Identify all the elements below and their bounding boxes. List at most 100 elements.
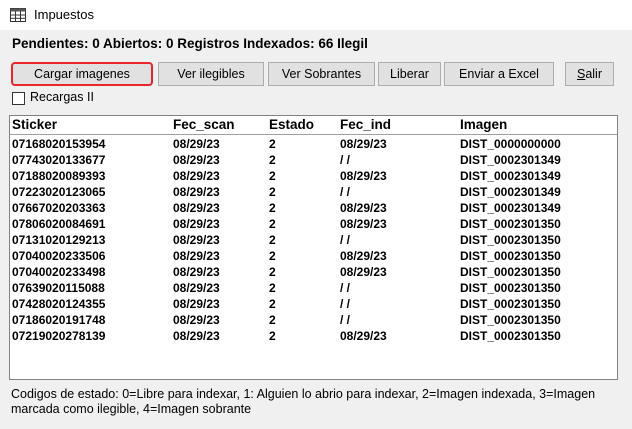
fec-ind-cell: / / [340, 297, 351, 311]
fec-scan-cell: 08/29/23 [173, 233, 220, 247]
sticker-cell: 07040020233498 [12, 265, 106, 279]
table-row[interactable]: 07743020133677 08/29/23 2 / / DIST_000230134… [10, 153, 617, 169]
table-row[interactable]: 07806020084691 08/29/23 2 08/29/23 DIST_0002… [10, 217, 617, 233]
sticker-cell: 07188020089393 [12, 169, 106, 183]
table-grid-icon [10, 8, 26, 22]
table-row[interactable]: 07219020278139 08/29/23 2 08/29/23 DIST_0002… [10, 329, 617, 345]
sticker-cell: 07639020115088 [12, 281, 105, 295]
fec-scan-cell: 08/29/23 [173, 169, 220, 183]
imagen-cell: DIST_0002301350 [460, 265, 561, 279]
estado-cell: 2 [269, 329, 276, 343]
table-row[interactable]: 07639020115088 08/29/23 2 / / DIST_000230135… [10, 281, 617, 297]
header-sticker[interactable]: Sticker [12, 117, 170, 132]
estado-cell: 2 [269, 217, 276, 231]
fec-ind-cell: / / [340, 233, 351, 247]
estado-cell: 2 [269, 249, 276, 263]
sticker-cell: 07806020084691 [12, 217, 106, 231]
imagen-cell: DIST_0002301350 [460, 281, 561, 295]
sticker-cell: 07428020124355 [12, 297, 106, 311]
fec-scan-cell: 08/29/23 [173, 201, 220, 215]
ver-ilegibles-button[interactable]: Ver ilegibles [158, 62, 264, 86]
estado-cell: 2 [269, 137, 276, 151]
fec-ind-cell: 08/29/23 [340, 329, 387, 343]
fec-ind-cell: / / [340, 185, 351, 199]
ver-sobrantes-button[interactable]: Ver Sobrantes [268, 62, 375, 86]
imagen-cell: DIST_0002301349 [460, 153, 561, 167]
fec-scan-cell: 08/29/23 [173, 185, 220, 199]
title-bar[interactable]: Impuestos [0, 0, 632, 30]
imagen-cell: DIST_0002301349 [460, 169, 561, 183]
fec-ind-cell: 08/29/23 [340, 169, 387, 183]
fec-scan-cell: 08/29/23 [173, 313, 220, 327]
window-title: Impuestos [34, 7, 94, 22]
table-row[interactable]: 07131020129213 08/29/23 2 / / DIST_000230135… [10, 233, 617, 249]
imagen-cell: DIST_0002301350 [460, 329, 561, 343]
table-row[interactable]: 07188020089393 08/29/23 2 08/29/23 DIST_0002… [10, 169, 617, 185]
imagen-cell: DIST_0002301350 [460, 297, 561, 311]
imagen-cell: DIST_0002301350 [460, 313, 561, 327]
table-row[interactable]: 07040020233506 08/29/23 2 08/29/23 DIST_0002… [10, 249, 617, 265]
fec-ind-cell: / / [340, 281, 351, 295]
sticker-cell: 07667020203363 [12, 201, 106, 215]
sticker-cell: 07219020278139 [12, 329, 106, 343]
estado-cell: 2 [269, 201, 276, 215]
imagen-cell: DIST_0002301350 [460, 249, 561, 263]
estado-cell: 2 [269, 153, 276, 167]
imagen-cell: DIST_0002301350 [460, 233, 561, 247]
estado-cell: 2 [269, 313, 276, 327]
table-row[interactable]: 07428020124355 08/29/23 2 / / DIST_000230135… [10, 297, 617, 313]
fec-ind-cell: / / [340, 313, 351, 327]
fec-scan-cell: 08/29/23 [173, 297, 220, 311]
records-grid[interactable]: Sticker Fec_scan Estado Fec_ind Imagen 0… [9, 115, 618, 380]
salir-label: alir [585, 67, 602, 81]
fec-scan-cell: 08/29/23 [173, 281, 220, 295]
table-row[interactable]: 07223020123065 08/29/23 2 / / DIST_000230134… [10, 185, 617, 201]
estado-cell: 2 [269, 233, 276, 247]
imagen-cell: DIST_0002301349 [460, 185, 561, 199]
fec-ind-cell: 08/29/23 [340, 217, 387, 231]
fec-ind-cell: / / [340, 153, 351, 167]
fec-ind-cell: 08/29/23 [340, 201, 387, 215]
recargas-label: Recargas II [30, 90, 94, 104]
header-imagen[interactable]: Imagen [460, 117, 617, 132]
fec-scan-cell: 08/29/23 [173, 217, 220, 231]
enviar-a-excel-button[interactable]: Enviar a Excel [444, 62, 554, 86]
grid-header: Sticker Fec_scan Estado Fec_ind Imagen [10, 116, 617, 135]
sticker-cell: 07223020123065 [12, 185, 106, 199]
imagen-cell: DIST_0000000000 [460, 137, 561, 151]
table-row[interactable]: 07667020203363 08/29/23 2 08/29/23 DIST_0002… [10, 201, 617, 217]
header-fec-ind[interactable]: Fec_ind [340, 117, 457, 132]
liberar-button[interactable]: Liberar [378, 62, 441, 86]
sticker-cell: 07186020191748 [12, 313, 106, 327]
header-fec-scan[interactable]: Fec_scan [173, 117, 265, 132]
imagen-cell: DIST_0002301350 [460, 217, 561, 231]
sticker-cell: 07168020153954 [12, 137, 106, 151]
table-row[interactable]: 07040020233498 08/29/23 2 08/29/23 DIST_0002… [10, 265, 617, 281]
fec-scan-cell: 08/29/23 [173, 265, 220, 279]
status-summary: Pendientes: 0 Abiertos: 0 Registros Inde… [12, 36, 368, 51]
fec-scan-cell: 08/29/23 [173, 137, 220, 151]
imagen-cell: DIST_0002301349 [460, 201, 561, 215]
estado-cell: 2 [269, 281, 276, 295]
estado-cell: 2 [269, 185, 276, 199]
estado-cell: 2 [269, 265, 276, 279]
fec-ind-cell: 08/29/23 [340, 249, 387, 263]
table-row[interactable]: 07186020191748 08/29/23 2 / / DIST_000230135… [10, 313, 617, 329]
table-row[interactable]: 07168020153954 08/29/23 2 08/29/23 DIST_0000… [10, 137, 617, 153]
sticker-cell: 07040020233506 [12, 249, 106, 263]
fec-scan-cell: 08/29/23 [173, 249, 220, 263]
sticker-cell: 07131020129213 [12, 233, 106, 247]
impuestos-window: Impuestos Pendientes: 0 Abiertos: 0 Regi… [0, 0, 632, 429]
fec-ind-cell: 08/29/23 [340, 265, 387, 279]
sticker-cell: 07743020133677 [12, 153, 106, 167]
estado-cell: 2 [269, 297, 276, 311]
fec-ind-cell: 08/29/23 [340, 137, 387, 151]
estado-cell: 2 [269, 169, 276, 183]
fec-scan-cell: 08/29/23 [173, 329, 220, 343]
header-estado[interactable]: Estado [269, 117, 333, 132]
cargar-imagenes-button[interactable]: Cargar imagenes [11, 62, 153, 86]
fec-scan-cell: 08/29/23 [173, 153, 220, 167]
status-codes-legend: Codigos de estado: 0=Libre para indexar,… [11, 387, 596, 416]
salir-button[interactable]: Salir [565, 62, 614, 86]
recargas-checkbox[interactable] [12, 92, 25, 105]
